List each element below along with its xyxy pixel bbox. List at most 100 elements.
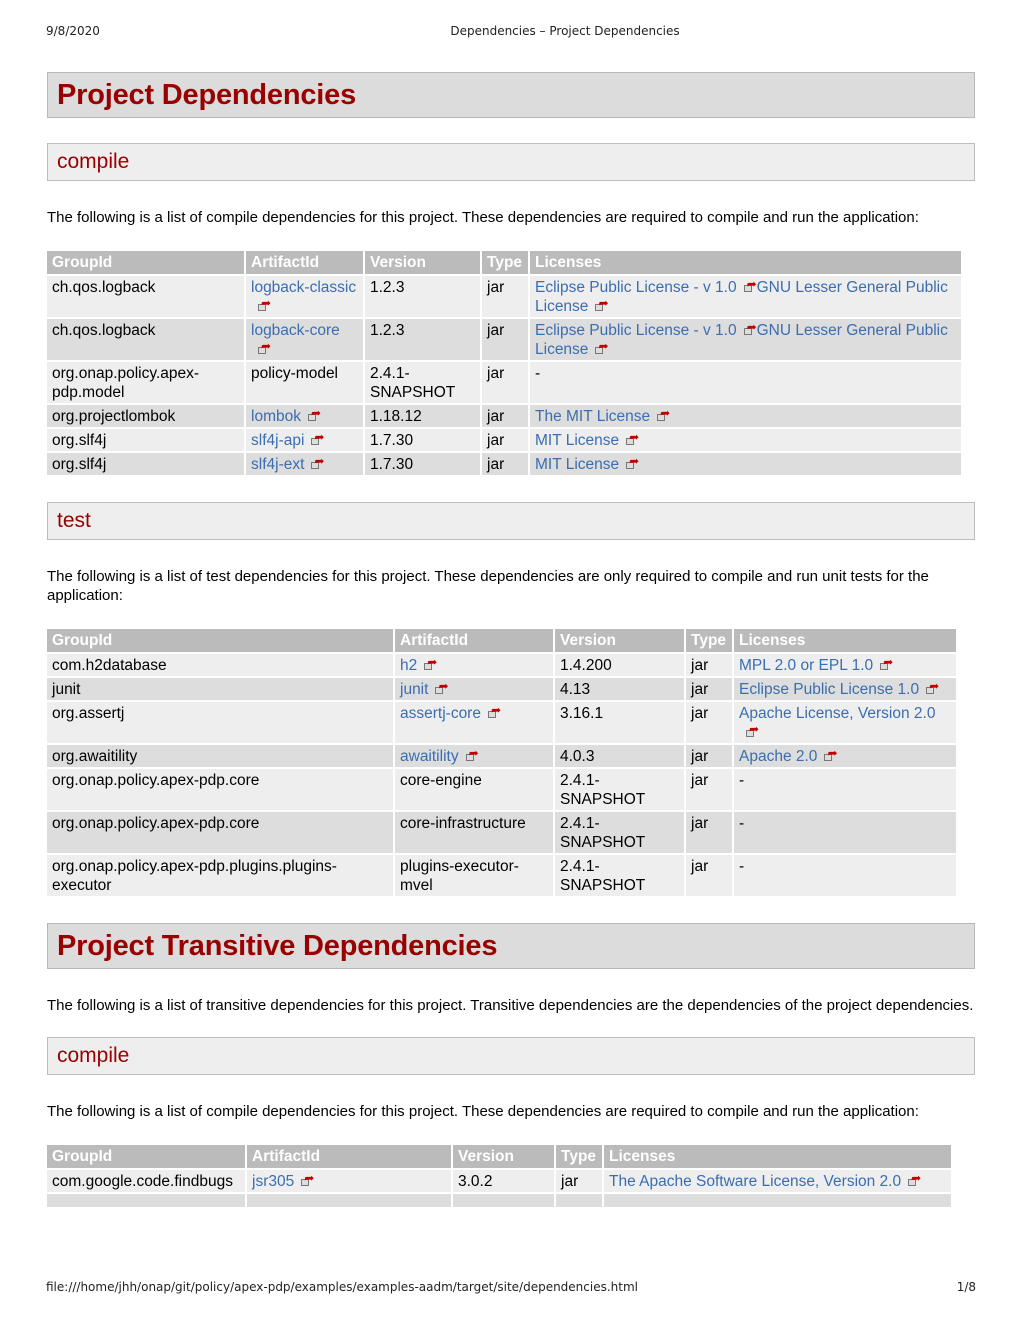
license-link[interactable]: Eclipse Public License - v 1.0 bbox=[535, 322, 737, 339]
table-row: ch.qos.logback logback-core ➦ 1.2.3 jar Eclip… bbox=[47, 319, 961, 360]
group-id-cell: org.projectlombok bbox=[47, 405, 244, 427]
version-cell: 1.2.3 bbox=[365, 319, 480, 360]
licenses-cell: MIT License ➦ bbox=[530, 429, 961, 451]
subsection-header-compile: compile bbox=[47, 143, 975, 181]
column-header-licenses: Licenses bbox=[530, 251, 961, 274]
artifact-id: core-engine bbox=[400, 772, 482, 789]
group-id-cell: org.onap.policy.apex-pdp.model bbox=[47, 362, 244, 403]
version: 1.2.3 bbox=[370, 279, 405, 296]
artifact-id-cell: junit ➦ bbox=[395, 678, 553, 700]
artifact-link[interactable]: slf4j-ext bbox=[251, 456, 304, 473]
group-id-cell: com.google.code.findbugs bbox=[47, 1170, 245, 1192]
type: jar bbox=[691, 815, 709, 832]
test-description: The following is a list of test dependen… bbox=[47, 568, 929, 604]
table-row: ch.qos.logback logback-classic ➦ 1.2.3 jar Ec… bbox=[47, 276, 961, 317]
license-link[interactable]: Eclipse Public License - v 1.0 bbox=[535, 279, 737, 296]
section-title: Project Transitive Dependencies bbox=[57, 929, 498, 962]
column-header-type: Type bbox=[556, 1145, 602, 1168]
license-none: - bbox=[739, 815, 745, 832]
version-cell: 1.4.200 bbox=[555, 654, 684, 676]
type-cell: jar bbox=[482, 319, 528, 360]
artifact-link[interactable]: logback-classic bbox=[251, 279, 356, 296]
external-link-icon: ➦ bbox=[926, 680, 939, 695]
licenses-cell: - bbox=[734, 769, 956, 810]
table-row: com.h2database h2 ➦ 1.4.200 jar MPL 2.0 or EP… bbox=[47, 654, 956, 676]
version: 3.16.1 bbox=[560, 705, 604, 722]
artifact-link[interactable]: lombok bbox=[251, 408, 301, 425]
type: jar bbox=[691, 858, 709, 875]
group-id: ch.qos.logback bbox=[52, 322, 156, 339]
version: 1.7.30 bbox=[370, 456, 414, 473]
license-link[interactable]: Apache License, Version 2.0 bbox=[739, 705, 935, 722]
artifact-id-cell: slf4j-ext ➦ bbox=[246, 453, 363, 475]
artifact-id-cell: logback-classic ➦ bbox=[246, 276, 363, 317]
artifact-id-cell: assertj-core ➦ bbox=[395, 702, 553, 743]
version-cell: 1.18.12 bbox=[365, 405, 480, 427]
column-header-artifactid: ArtifactId bbox=[247, 1145, 451, 1168]
transitive-description: The following is a list of transitive de… bbox=[47, 997, 974, 1014]
license-link[interactable]: The Apache Software License, Version 2.0 bbox=[609, 1173, 901, 1190]
version: 2.4.1-SNAPSHOT bbox=[560, 815, 646, 851]
group-id: org.assertj bbox=[52, 705, 125, 722]
version-cell: 1.7.30 bbox=[365, 429, 480, 451]
table-row: org.onap.policy.apex-pdp.plugins.plugins… bbox=[47, 855, 956, 896]
artifact-link[interactable]: h2 bbox=[400, 657, 417, 674]
type: jar bbox=[691, 705, 709, 722]
compile-dependencies-table: GroupId ArtifactId Version Type Licenses ch.q… bbox=[45, 249, 963, 477]
group-id: ch.qos.logback bbox=[52, 279, 156, 296]
table-row: org.slf4j slf4j-api ➦ 1.7.30 jar MIT License ➦ bbox=[47, 429, 961, 451]
table-row: org.onap.policy.apex-pdp.core core-infras… bbox=[47, 812, 956, 853]
artifact-id-cell: policy-model bbox=[246, 362, 363, 403]
license-link[interactable]: Eclipse Public License 1.0 bbox=[739, 681, 919, 698]
type-cell: jar bbox=[482, 276, 528, 317]
type: jar bbox=[691, 681, 709, 698]
artifact-link[interactable]: slf4j-api bbox=[251, 432, 304, 449]
version-cell: 2.4.1-SNAPSHOT bbox=[555, 812, 684, 853]
external-link-icon: ➦ bbox=[301, 1172, 314, 1187]
external-link-icon: ➦ bbox=[743, 321, 757, 336]
group-id: org.onap.policy.apex-pdp.core bbox=[52, 772, 260, 789]
table-row: org.onap.policy.apex-pdp.core core-engine… bbox=[47, 769, 956, 810]
artifact-link[interactable]: junit bbox=[400, 681, 428, 698]
type-cell: jar bbox=[686, 769, 732, 810]
group-id: org.slf4j bbox=[52, 456, 107, 473]
artifact-link[interactable]: assertj-core bbox=[400, 705, 481, 722]
column-header-groupid: GroupId bbox=[47, 1145, 245, 1168]
external-link-icon: ➦ bbox=[908, 1172, 921, 1187]
license-link[interactable]: The MIT License bbox=[535, 408, 650, 425]
artifact-id-cell: slf4j-api ➦ bbox=[246, 429, 363, 451]
column-header-version: Version bbox=[555, 629, 684, 652]
type-cell: jar bbox=[686, 654, 732, 676]
artifact-link[interactable]: awaitility bbox=[400, 748, 459, 765]
artifact-link[interactable]: jsr305 bbox=[252, 1173, 294, 1190]
column-header-groupid: GroupId bbox=[47, 251, 244, 274]
table-row: org.slf4j slf4j-ext ➦ 1.7.30 jar MIT License ➦ bbox=[47, 453, 961, 475]
type: jar bbox=[691, 772, 709, 789]
version: 1.18.12 bbox=[370, 408, 422, 425]
empty-cell bbox=[247, 1194, 451, 1207]
print-url: file:///home/jhh/onap/git/policy/apex-pd… bbox=[46, 1280, 639, 1294]
artifact-id-cell: awaitility ➦ bbox=[395, 745, 553, 767]
artifact-id-cell: core-infrastructure bbox=[395, 812, 553, 853]
license-link[interactable]: Apache 2.0 bbox=[739, 748, 817, 765]
group-id: org.onap.policy.apex-pdp.model bbox=[52, 365, 200, 401]
group-id: com.h2database bbox=[52, 657, 167, 674]
empty-cell bbox=[47, 1194, 245, 1207]
type-cell: jar bbox=[482, 405, 528, 427]
external-link-icon: ➦ bbox=[311, 431, 324, 446]
type-cell: jar bbox=[686, 812, 732, 853]
type: jar bbox=[487, 322, 505, 339]
version-cell: 2.4.1-SNAPSHOT bbox=[365, 362, 480, 403]
group-id-cell: org.slf4j bbox=[47, 429, 244, 451]
artifact-link[interactable]: logback-core bbox=[251, 322, 340, 339]
print-title: Dependencies – Project Dependencies bbox=[450, 24, 680, 38]
artifact-id-cell: logback-core ➦ bbox=[246, 319, 363, 360]
license-link[interactable]: MPL 2.0 or EPL 1.0 bbox=[739, 657, 873, 674]
type: jar bbox=[561, 1173, 579, 1190]
group-id-cell: ch.qos.logback bbox=[47, 319, 244, 360]
license-link[interactable]: MIT License bbox=[535, 456, 619, 473]
version-cell: 2.4.1-SNAPSHOT bbox=[555, 769, 684, 810]
license-link[interactable]: MIT License bbox=[535, 432, 619, 449]
table-row: org.awaitility awaitility ➦ 4.0.3 jar Apache … bbox=[47, 745, 956, 767]
version: 1.4.200 bbox=[560, 657, 612, 674]
